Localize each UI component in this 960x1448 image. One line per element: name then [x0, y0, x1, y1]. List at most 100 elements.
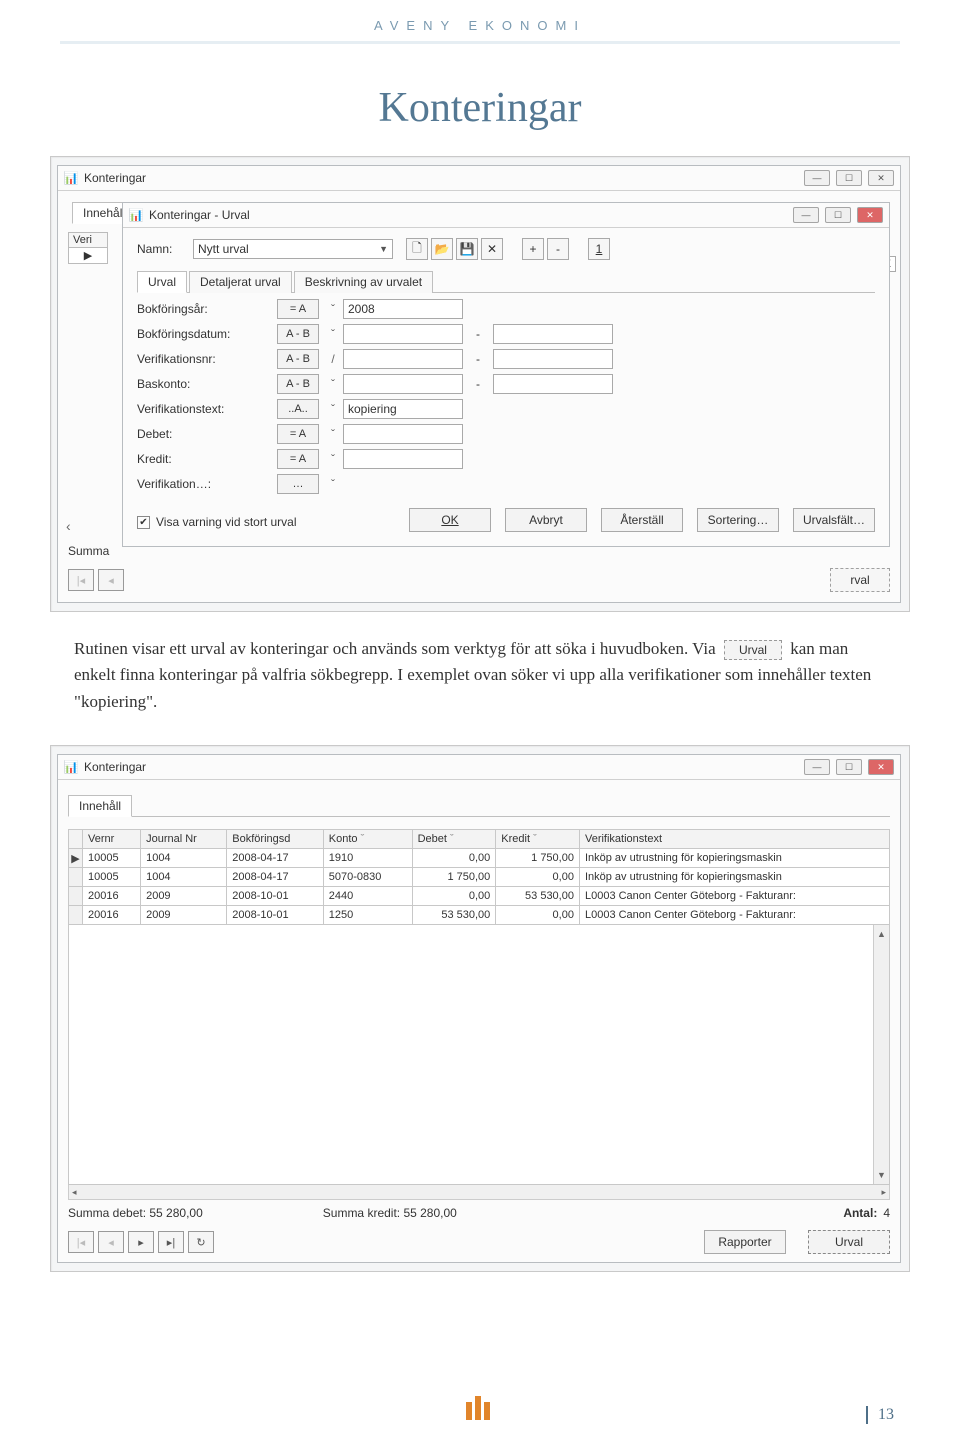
- new-button[interactable]: 🗋: [406, 238, 428, 260]
- col-header[interactable]: Kredit ˇ: [496, 830, 580, 849]
- save-button[interactable]: 💾: [456, 238, 478, 260]
- filter-row: Debet:= Aˇ: [137, 424, 875, 444]
- cell-konto: 2440: [323, 887, 412, 906]
- cell-jnr: 2009: [141, 887, 227, 906]
- sum-kredit: Summa kredit: 55 280,00: [323, 1206, 457, 1220]
- row-marker: [69, 906, 83, 925]
- cell-vernr: 10005: [83, 868, 141, 887]
- dialog-title: Konteringar - Urval: [149, 208, 793, 222]
- filter-value-1[interactable]: [343, 449, 463, 469]
- dialog-maximize[interactable]: ☐: [825, 207, 851, 223]
- filter-value-2[interactable]: [493, 349, 613, 369]
- bg-nav-first[interactable]: |◂: [68, 569, 94, 591]
- tick-icon: /: [327, 352, 339, 366]
- filter-value-1[interactable]: [343, 349, 463, 369]
- refresh-button[interactable]: ↻: [188, 1231, 214, 1253]
- close-button-2[interactable]: ✕: [868, 759, 894, 775]
- page-title: Konteringar: [0, 84, 960, 132]
- filter-row: Baskonto:A - Bˇ-: [137, 374, 875, 394]
- tab-beskrivning[interactable]: Beskrivning av urvalet: [294, 271, 433, 293]
- cell-debet: 0,00: [412, 849, 496, 868]
- cell-text: Inköp av utrustning för kopieringsmaskin: [579, 868, 889, 887]
- plus-button[interactable]: +: [522, 238, 544, 260]
- cell-jnr: 2009: [141, 906, 227, 925]
- operator-button[interactable]: ..A..: [277, 399, 319, 419]
- operator-button[interactable]: …: [277, 474, 319, 494]
- app-icon-2: 📊: [64, 760, 78, 774]
- operator-button[interactable]: A - B: [277, 349, 319, 369]
- minus-button[interactable]: -: [547, 238, 569, 260]
- urval-button[interactable]: Urval: [808, 1230, 890, 1254]
- minimize-button[interactable]: —: [804, 170, 830, 186]
- range-dash: -: [463, 327, 493, 341]
- filter-value-1[interactable]: 2008: [343, 299, 463, 319]
- logo-icon: [466, 1396, 494, 1420]
- filter-value-1[interactable]: kopiering: [343, 399, 463, 419]
- filter-value-1[interactable]: [343, 374, 463, 394]
- bg-nav-prev[interactable]: ◂: [98, 569, 124, 591]
- range-dash: -: [463, 352, 493, 366]
- range-dash: -: [463, 377, 493, 391]
- table-row[interactable]: 2001620092008-10-0124400,0053 530,00L000…: [69, 887, 890, 906]
- table-row[interactable]: 1000510042008-04-175070-08301 750,000,00…: [69, 868, 890, 887]
- delete-button[interactable]: ✕: [481, 238, 503, 260]
- close-button[interactable]: ✕: [868, 170, 894, 186]
- dialog-close[interactable]: ✕: [857, 207, 883, 223]
- nav-next[interactable]: ▸: [128, 1231, 154, 1253]
- cell-date: 2008-04-17: [227, 849, 323, 868]
- tab-detaljerat[interactable]: Detaljerat urval: [189, 271, 292, 293]
- col-header[interactable]: Bokföringsd: [227, 830, 323, 849]
- filter-value-2[interactable]: [493, 374, 613, 394]
- rapporter-button[interactable]: Rapporter: [704, 1230, 786, 1254]
- tab-innehall-2[interactable]: Innehåll: [68, 795, 132, 817]
- operator-button[interactable]: = A: [277, 299, 319, 319]
- filter-value-1[interactable]: [343, 324, 463, 344]
- reset-button[interactable]: Återställ: [601, 508, 683, 532]
- antal-label: Antal:: [843, 1206, 877, 1220]
- col-header[interactable]: Konto ˇ: [323, 830, 412, 849]
- col-header[interactable]: Journal Nr: [141, 830, 227, 849]
- filter-value-1[interactable]: [343, 424, 463, 444]
- operator-button[interactable]: A - B: [277, 374, 319, 394]
- operator-button[interactable]: = A: [277, 449, 319, 469]
- fields-button[interactable]: Urvalsfält…: [793, 508, 875, 532]
- operator-button[interactable]: A - B: [277, 324, 319, 344]
- row-marker-icon: ▶: [68, 248, 108, 264]
- nav-prev[interactable]: ◂: [98, 1231, 124, 1253]
- operator-button[interactable]: = A: [277, 424, 319, 444]
- maximize-button[interactable]: ☐: [836, 170, 862, 186]
- warning-checkbox[interactable]: ✔: [137, 516, 150, 529]
- inline-urval-button[interactable]: Urval: [724, 640, 782, 660]
- page-banner: AVENY EKONOMI: [0, 0, 960, 33]
- filter-label: Debet:: [137, 427, 277, 441]
- nav-first[interactable]: |◂: [68, 1231, 94, 1253]
- screenshot-2: 📊 Konteringar — ☐ ✕ Innehåll VernrJourna…: [50, 745, 910, 1272]
- sort-button[interactable]: Sortering…: [697, 508, 779, 532]
- col-header[interactable]: Verifikationstext: [579, 830, 889, 849]
- col-header[interactable]: Vernr: [83, 830, 141, 849]
- filter-label: Bokföringsår:: [137, 302, 277, 316]
- table-row[interactable]: ▶1000510042008-04-1719100,001 750,00Inkö…: [69, 849, 890, 868]
- open-button[interactable]: 📂: [431, 238, 453, 260]
- filter-value-2[interactable]: [493, 324, 613, 344]
- minimize-button-2[interactable]: —: [804, 759, 830, 775]
- bg-urval-button[interactable]: rval: [830, 568, 890, 592]
- filter-label: Verifikationstext:: [137, 402, 277, 416]
- dialog-minimize[interactable]: —: [793, 207, 819, 223]
- maximize-button-2[interactable]: ☐: [836, 759, 862, 775]
- nav-last[interactable]: ▸|: [158, 1231, 184, 1253]
- tab-urval[interactable]: Urval: [137, 271, 187, 293]
- page-number: 13: [866, 1406, 894, 1424]
- cell-date: 2008-04-17: [227, 868, 323, 887]
- col-header[interactable]: Debet ˇ: [412, 830, 496, 849]
- ok-button[interactable]: OK: [409, 508, 491, 532]
- cancel-button[interactable]: Avbryt: [505, 508, 587, 532]
- scroll-left-icon[interactable]: ‹: [66, 518, 71, 534]
- table-row[interactable]: 2001620092008-10-01125053 530,000,00L000…: [69, 906, 890, 925]
- horizontal-scrollbar[interactable]: ◂▸: [68, 1185, 890, 1200]
- dialog-icon: 📊: [129, 208, 143, 222]
- namn-dropdown[interactable]: Nytt urval ▼: [193, 239, 393, 259]
- vertical-scrollbar[interactable]: [873, 925, 889, 1184]
- banner-divider: [60, 41, 900, 44]
- one-button[interactable]: 1: [588, 238, 610, 260]
